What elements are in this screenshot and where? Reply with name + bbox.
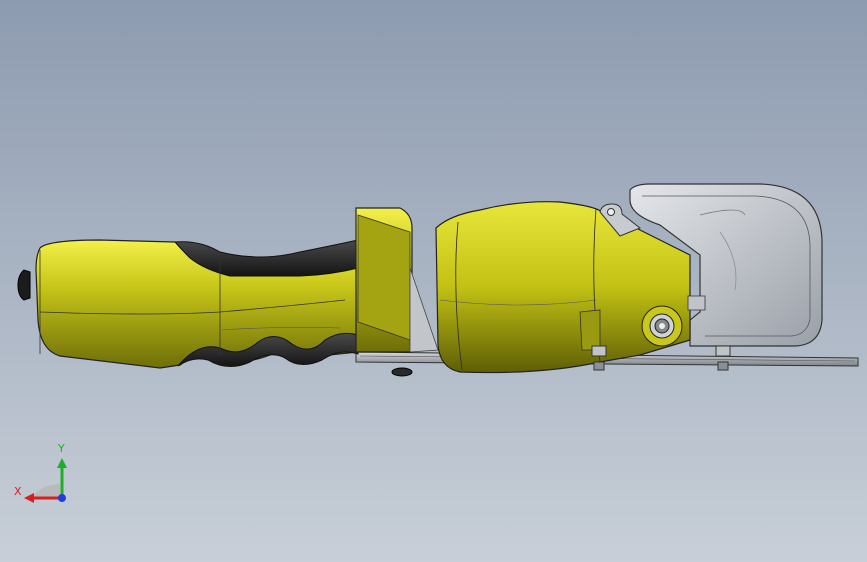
z-axis-dot <box>58 494 66 502</box>
y-axis-label: Y <box>58 442 65 455</box>
arbor-nut <box>641 305 683 347</box>
3d-model-view[interactable] <box>0 0 867 562</box>
x-axis-label: X <box>14 485 22 498</box>
lower-tab <box>391 367 413 377</box>
graphics-viewport[interactable]: Y X <box>0 0 867 562</box>
motor-head <box>435 201 691 374</box>
x-axis-arrowhead <box>24 493 34 503</box>
y-axis-arrowhead <box>57 458 67 468</box>
coordinate-triad: Y X <box>10 440 80 510</box>
end-cap <box>17 269 31 301</box>
